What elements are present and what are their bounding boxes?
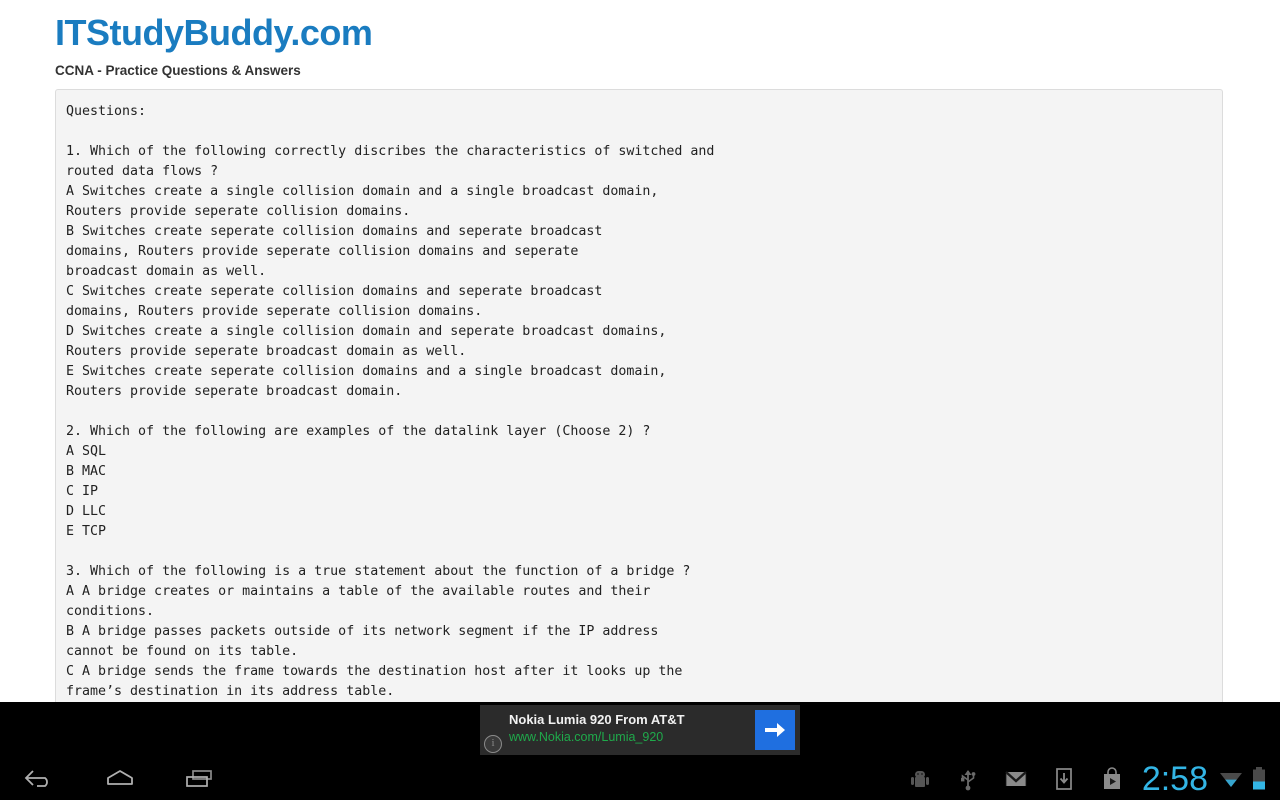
back-arrow-icon <box>24 770 48 787</box>
gmail-icon[interactable] <box>992 758 1040 800</box>
wifi-signal-icon <box>1220 773 1242 787</box>
info-icon[interactable]: i <box>484 735 502 753</box>
play-store-bag-icon <box>1103 767 1120 789</box>
nav-recents-button[interactable] <box>160 758 240 800</box>
nav-home-button[interactable] <box>80 758 160 800</box>
recent-apps-icon <box>186 770 212 787</box>
questions-panel: Questions: 1. Which of the following cor… <box>55 89 1223 702</box>
download-arrow-icon <box>1055 768 1072 790</box>
usb-icon[interactable] <box>944 758 992 800</box>
page-subtitle: CCNA - Practice Questions & Answers <box>55 63 301 78</box>
usb-connector-icon <box>960 770 976 791</box>
battery-icon[interactable] <box>1246 758 1280 800</box>
android-debug-icon[interactable] <box>896 758 944 800</box>
site-logo[interactable]: ITStudyBuddy.com <box>55 12 1280 54</box>
status-clock[interactable]: 2:58 <box>1136 762 1216 796</box>
home-icon <box>107 770 133 785</box>
ad-title: Nokia Lumia 920 From AT&T <box>509 712 685 727</box>
battery-level-icon <box>1253 767 1265 790</box>
site-header: ITStudyBuddy.com CCNA - Practice Questio… <box>0 0 1280 79</box>
arrow-right-icon <box>765 723 785 737</box>
android-robot-icon <box>910 771 929 787</box>
download-icon[interactable] <box>1040 758 1088 800</box>
ad-banner[interactable]: Nokia Lumia 920 From AT&T www.Nokia.com/… <box>480 705 800 755</box>
browser-page-content: ITStudyBuddy.com CCNA - Practice Questio… <box>0 0 1280 702</box>
android-system-area: Nokia Lumia 920 From AT&T www.Nokia.com/… <box>0 702 1280 800</box>
ad-arrow-button[interactable] <box>755 710 795 750</box>
status-tray[interactable]: 2:58 <box>896 758 1280 800</box>
play-store-icon[interactable] <box>1088 758 1136 800</box>
gmail-envelope-icon <box>1005 771 1027 786</box>
questions-text: Questions: 1. Which of the following cor… <box>66 104 715 699</box>
wifi-icon[interactable] <box>1216 758 1246 800</box>
ad-text-block: Nokia Lumia 920 From AT&T www.Nokia.com/… <box>509 712 685 745</box>
ad-url: www.Nokia.com/Lumia_920 <box>509 730 664 744</box>
nav-back-button[interactable] <box>0 758 80 800</box>
